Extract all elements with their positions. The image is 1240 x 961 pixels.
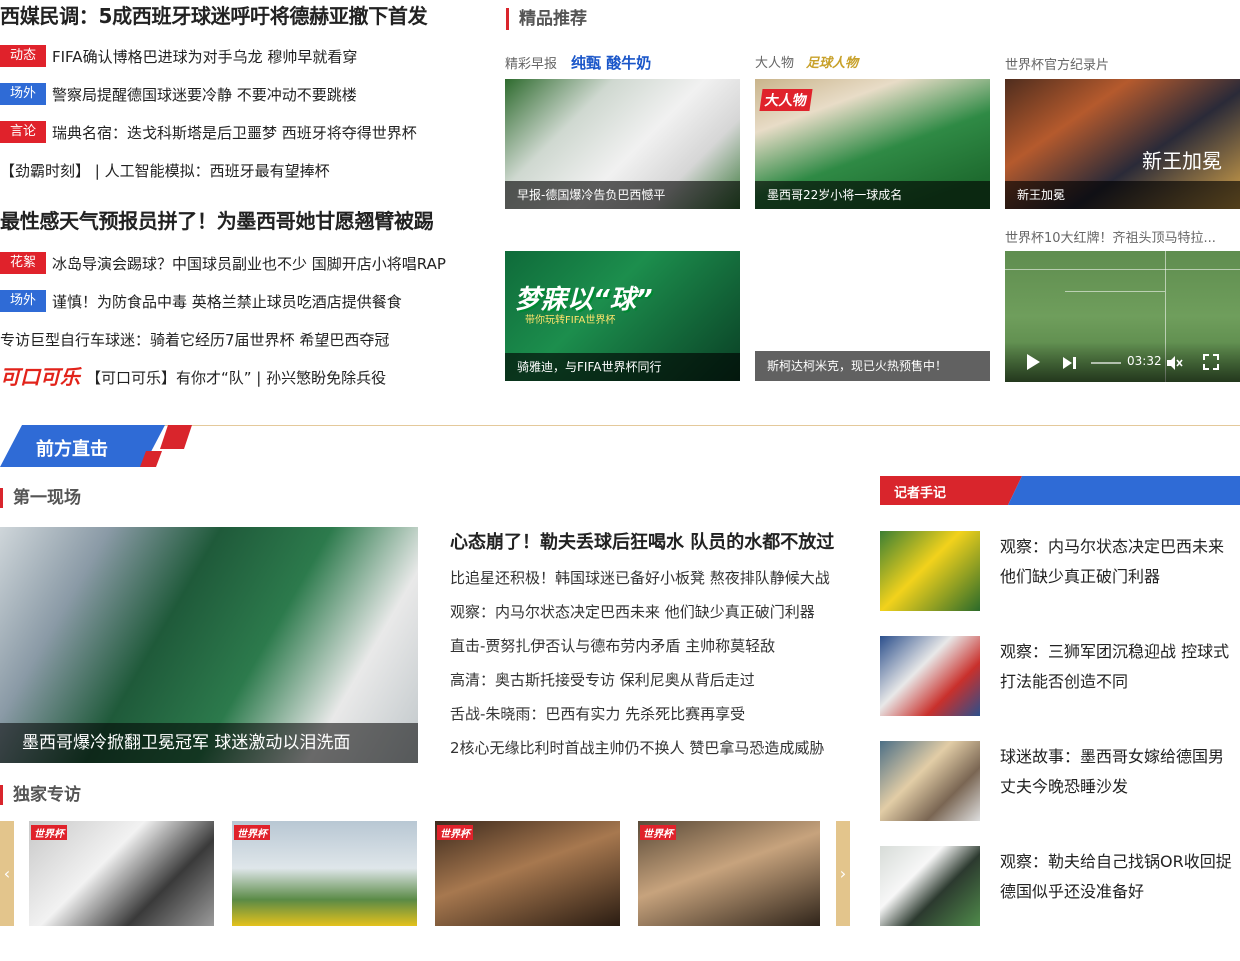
play-icon[interactable] bbox=[1027, 354, 1040, 370]
scene-title: 第一现场 bbox=[0, 488, 81, 508]
scene-link[interactable]: 比追星还积极！韩国球迷已备好小板凳 熬夜排队静候大战 bbox=[450, 567, 830, 588]
recommend-thumb[interactable]: 新王加冕 新王加冕 bbox=[1005, 79, 1240, 209]
news-tag: 言论 bbox=[0, 121, 46, 143]
decor-stripe bbox=[160, 425, 192, 449]
news-text[interactable]: 【劲霸时刻】 | 人工智能模拟：西班牙最有望捧杯 bbox=[0, 160, 330, 181]
label-text: 大人物 bbox=[755, 56, 795, 71]
sponsor-item[interactable]: 可口可乐 【可口可乐】有你才“队” | 孙兴慜盼免除兵役 bbox=[0, 365, 386, 389]
label-text: 精彩早报 bbox=[505, 57, 558, 72]
note-image[interactable] bbox=[880, 531, 980, 611]
note-image[interactable] bbox=[880, 636, 980, 716]
note-item[interactable]: 球迷故事：墨西哥女嫁给德国男 丈夫今晚恐睡沙发 bbox=[880, 741, 1240, 821]
video-title[interactable]: 世界杯10大红牌！齐祖头顶马特拉... bbox=[1005, 227, 1240, 246]
thumb-caption: 早报-德国爆冷告负巴西憾平 bbox=[505, 181, 740, 209]
worldcup-badge: 世界杯 bbox=[437, 825, 473, 840]
news-text[interactable]: 【可口可乐】有你才“队” | 孙兴慜盼免除兵役 bbox=[86, 367, 386, 388]
recommend-thumb[interactable]: 大人物 墨西哥22岁小将一球成名 bbox=[755, 79, 990, 209]
news-item[interactable]: 专访巨型自行车球迷：骑着它经历7届世界杯 希望巴西夺冠 bbox=[0, 327, 389, 351]
progress-bar[interactable] bbox=[1091, 362, 1121, 364]
video-player[interactable]: 03:32 bbox=[1005, 251, 1240, 382]
headline-2[interactable]: 最性感天气预报员拼了！为墨西哥她甘愿翘臂被踢 bbox=[0, 206, 434, 236]
news-item[interactable]: 场外 警察局提醒德国球迷要冷静 不要冲动不要跳楼 bbox=[0, 82, 357, 106]
news-text[interactable]: 专访巨型自行车球迷：骑着它经历7届世界杯 希望巴西夺冠 bbox=[0, 329, 389, 350]
thumb-caption: 骑雅迪，与FIFA世界杯同行 bbox=[505, 353, 740, 381]
recommend-thumb[interactable]: 早报-德国爆冷告负巴西憾平 bbox=[505, 79, 740, 209]
pitch-line bbox=[1005, 269, 1240, 270]
news-tag: 动态 bbox=[0, 45, 46, 67]
note-item[interactable]: 观察：三狮军团沉稳迎战 控球式打法能否创造不同 bbox=[880, 636, 1240, 716]
note-image[interactable] bbox=[880, 846, 980, 926]
scene-image-caption: 墨西哥爆冷掀翻卫冕冠军 球迷激动以泪洗面 bbox=[0, 723, 418, 763]
recommend-title: 精品推荐 bbox=[506, 8, 587, 30]
news-tag: 花絮 bbox=[0, 252, 46, 274]
next-icon[interactable] bbox=[1061, 355, 1077, 371]
notes-header: 记者手记 bbox=[880, 476, 1240, 505]
big-person-logo: 大人物 bbox=[759, 89, 813, 111]
note-item[interactable]: 观察：勒夫给自己找锅OR收回捉 德国似乎还没准备好 bbox=[880, 846, 1240, 926]
news-tag: 场外 bbox=[0, 290, 46, 312]
scene-headline[interactable]: 心态崩了！勒夫丢球后狂喝水 队员的水都不放过 bbox=[450, 528, 834, 554]
fullscreen-icon[interactable] bbox=[1203, 354, 1219, 370]
news-tag: 场外 bbox=[0, 83, 46, 105]
recommend-ad[interactable]: 斯柯达柯米克，现已火热预售中！ bbox=[755, 351, 990, 381]
scene-link[interactable]: 直击-贾努扎伊否认与德布劳内矛盾 主帅称莫轻敌 bbox=[450, 635, 775, 656]
note-text[interactable]: 球迷故事：墨西哥女嫁给德国男 丈夫今晚恐睡沙发 bbox=[1000, 742, 1240, 802]
news-item[interactable]: 【劲霸时刻】 | 人工智能模拟：西班牙最有望捧杯 bbox=[0, 158, 330, 182]
carousel-next-button[interactable]: › bbox=[836, 821, 850, 926]
carousel-item[interactable]: 世界杯 bbox=[232, 821, 417, 926]
thumb-overlay-text: 新王加冕 bbox=[1142, 149, 1222, 173]
video-controls: 03:32 bbox=[1005, 342, 1240, 382]
scene-link[interactable]: 2核心无缘比利时首战主帅仍不换人 赞巴拿马恐造成威胁 bbox=[450, 737, 824, 758]
thumb-caption: 斯柯达柯米克，现已火热预售中！ bbox=[755, 351, 990, 381]
news-text[interactable]: 警察局提醒德国球迷要冷静 不要冲动不要跳楼 bbox=[52, 84, 357, 105]
worldcup-badge: 世界杯 bbox=[31, 825, 67, 840]
scene-link[interactable]: 舌战-朱晓雨：巴西有实力 先杀死比赛再享受 bbox=[450, 703, 745, 724]
scene-image[interactable]: 墨西哥爆冷掀翻卫冕冠军 球迷激动以泪洗面 bbox=[0, 527, 418, 763]
carousel-item[interactable]: 世界杯 bbox=[638, 821, 820, 926]
note-text[interactable]: 观察：勒夫给自己找锅OR收回捉 德国似乎还没准备好 bbox=[1000, 847, 1240, 907]
worldcup-badge: 世界杯 bbox=[640, 825, 676, 840]
worldcup-badge: 世界杯 bbox=[234, 825, 270, 840]
exclusive-title: 独家专访 bbox=[0, 785, 81, 805]
thumb-caption: 新王加冕 bbox=[1005, 181, 1240, 209]
news-item[interactable]: 动态 FIFA确认博格巴进球为对手乌龙 穆帅早就看穿 bbox=[0, 44, 357, 68]
note-text[interactable]: 观察：三狮军团沉稳迎战 控球式打法能否创造不同 bbox=[1000, 637, 1240, 697]
headline-1[interactable]: 西媒民调：5成西班牙球迷呼吁将德赫亚撤下首发 bbox=[0, 1, 428, 31]
news-text[interactable]: 谨慎！为防食品中毒 英格兰禁止球员吃酒店提供餐食 bbox=[52, 291, 402, 312]
video-time: 03:32 bbox=[1127, 354, 1162, 368]
carousel-item[interactable]: 世界杯 bbox=[29, 821, 214, 926]
carousel-prev-button[interactable]: ‹ bbox=[0, 821, 14, 926]
coca-cola-logo[interactable]: 可口可乐 bbox=[0, 365, 80, 389]
section-title[interactable]: 前方直击 bbox=[36, 435, 108, 461]
recommend-label: 精彩早报 纯甄 酸牛奶 bbox=[505, 52, 651, 73]
note-item[interactable]: 观察：内马尔状态决定巴西未来 他们缺少真正破门利器 bbox=[880, 531, 1240, 611]
pitch-line bbox=[1065, 291, 1165, 292]
brand-logo: 纯甄 酸牛奶 bbox=[571, 54, 652, 72]
news-item[interactable]: 花絮 冰岛导演会踢球？中国球员副业也不少 国脚开店小将唱RAP bbox=[0, 251, 446, 275]
note-image[interactable] bbox=[880, 741, 980, 821]
news-item[interactable]: 言论 瑞典名宿：迭戈科斯塔是后卫噩梦 西班牙将夺得世界杯 bbox=[0, 120, 417, 144]
notes-stripe bbox=[1008, 476, 1240, 505]
mute-icon[interactable] bbox=[1165, 354, 1183, 372]
recommend-ad[interactable]: 梦寐以“球” 带你玩转FIFA世界杯 骑雅迪，与FIFA世界杯同行 bbox=[505, 251, 740, 381]
thumb-caption: 墨西哥22岁小将一球成名 bbox=[755, 181, 990, 209]
ad-banner-sub: 带你玩转FIFA世界杯 bbox=[525, 315, 616, 326]
scene-link[interactable]: 观察：内马尔状态决定巴西未来 他们缺少真正破门利器 bbox=[450, 601, 815, 622]
news-text[interactable]: 冰岛导演会踢球？中国球员副业也不少 国脚开店小将唱RAP bbox=[52, 253, 446, 274]
news-item[interactable]: 场外 谨慎！为防食品中毒 英格兰禁止球员吃酒店提供餐食 bbox=[0, 289, 402, 313]
carousel-item[interactable]: 世界杯 bbox=[435, 821, 620, 926]
scene-link[interactable]: 高清：奥古斯托接受专访 保利尼奥从背后走过 bbox=[450, 669, 755, 690]
section-header: 前方直击 bbox=[0, 425, 1240, 467]
brand-logo: 足球人物 bbox=[806, 56, 859, 71]
news-text[interactable]: 瑞典名宿：迭戈科斯塔是后卫噩梦 西班牙将夺得世界杯 bbox=[52, 122, 417, 143]
section-divider bbox=[150, 425, 1240, 426]
news-text[interactable]: FIFA确认博格巴进球为对手乌龙 穆帅早就看穿 bbox=[52, 46, 357, 67]
note-text[interactable]: 观察：内马尔状态决定巴西未来 他们缺少真正破门利器 bbox=[1000, 532, 1240, 592]
recommend-label: 大人物 足球人物 bbox=[755, 52, 858, 71]
notes-title[interactable]: 记者手记 bbox=[894, 482, 946, 501]
recommend-label: 世界杯官方纪录片 bbox=[1005, 58, 1110, 73]
